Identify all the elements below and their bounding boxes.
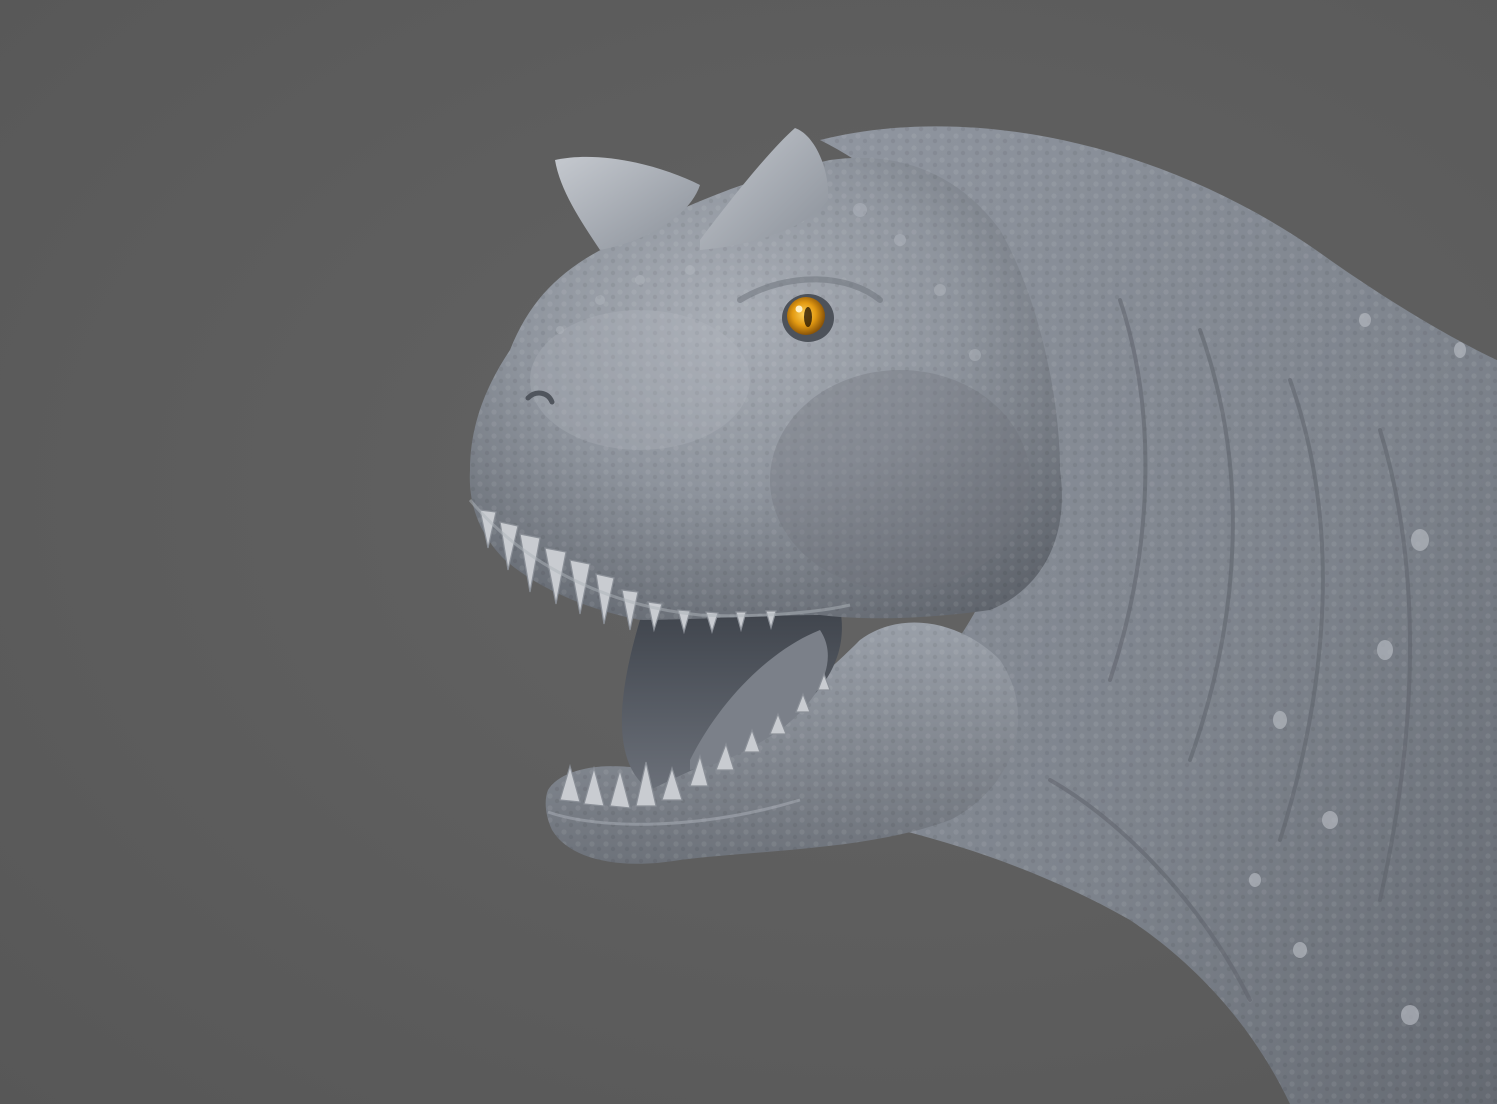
dinosaur-render [468,126,1497,1104]
eye-icon [782,294,834,342]
render-viewport [0,0,1497,1104]
